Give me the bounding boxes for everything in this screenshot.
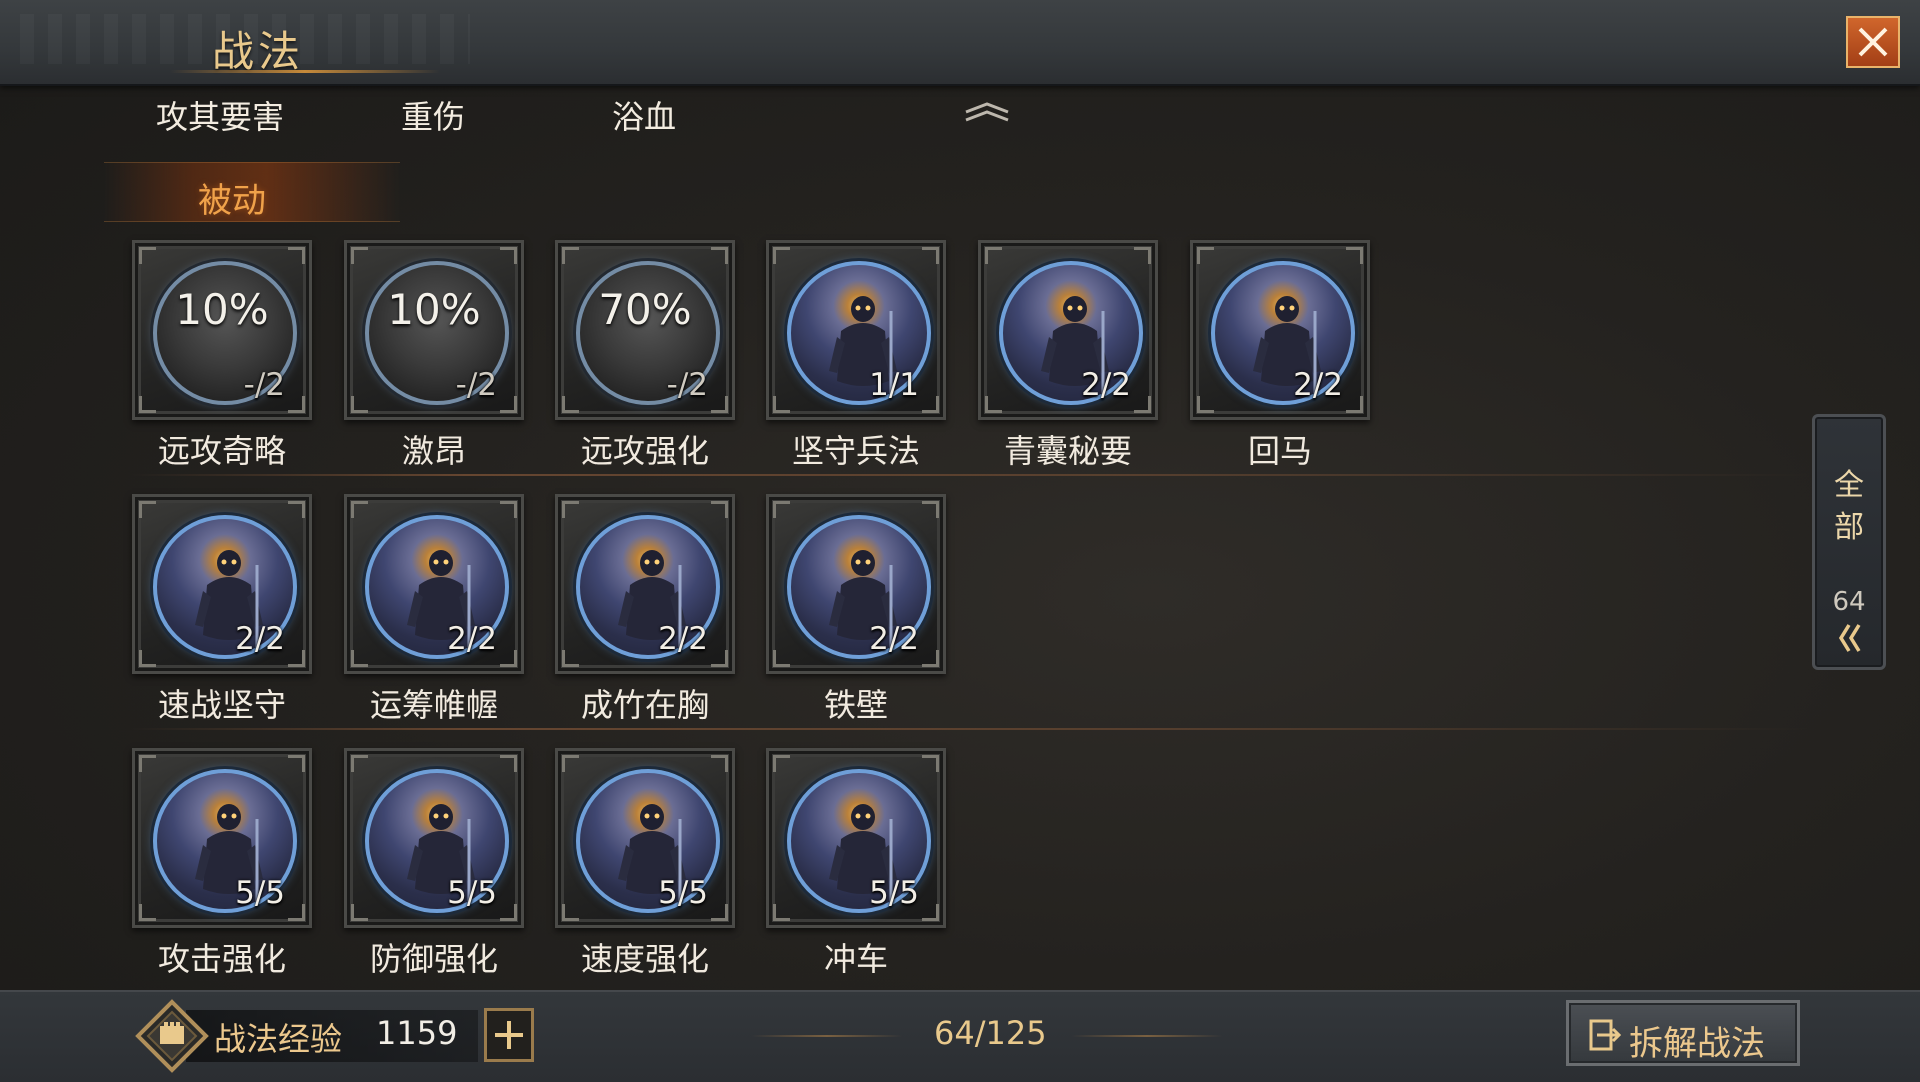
skill-progress: 70% xyxy=(598,285,692,334)
skill-card[interactable]: 10% -/2 激昂 xyxy=(344,240,524,470)
skill-card[interactable]: 1/1 坚守兵法 xyxy=(766,240,946,470)
filter-label-2: 部 xyxy=(1834,510,1864,545)
skill-count: 5/5 xyxy=(869,875,919,911)
filter-label-1: 全 xyxy=(1834,468,1864,503)
skill-card[interactable]: 5/5 速度强化 xyxy=(555,748,735,978)
skill-card[interactable]: 2/2 铁壁 xyxy=(766,494,946,724)
skill-frame: 5/5 xyxy=(344,748,524,928)
skill-count: 2/2 xyxy=(869,621,919,657)
skill-count: 2/2 xyxy=(447,621,497,657)
filter-count: 64 xyxy=(1832,587,1866,617)
filter-all-button[interactable]: 全 部 64 xyxy=(1812,414,1886,670)
skill-card[interactable]: 2/2 速战坚守 xyxy=(132,494,312,724)
tactic-capacity: 64/125 xyxy=(934,1014,1047,1052)
skill-name: 铁壁 xyxy=(823,686,888,724)
skill-name: 青囊秘要 xyxy=(1003,432,1132,470)
skill-card[interactable]: 5/5 攻击强化 xyxy=(132,748,312,978)
skill-count: 5/5 xyxy=(658,875,708,911)
skill-progress: 10% xyxy=(387,285,481,334)
skill-card[interactable]: 10% -/2 远攻奇略 xyxy=(132,240,312,470)
close-button[interactable] xyxy=(1846,16,1900,68)
decompose-icon xyxy=(1589,1019,1622,1051)
tab-zhongshang[interactable]: 重伤 xyxy=(401,92,465,138)
skill-name: 攻击强化 xyxy=(157,940,286,978)
skill-name: 远攻奇略 xyxy=(157,432,286,470)
skill-name: 回马 xyxy=(1247,432,1312,470)
double-chevron-left-icon xyxy=(1838,624,1861,652)
skill-card[interactable]: 70% -/2 远攻强化 xyxy=(555,240,735,470)
tactic-exp-icon xyxy=(135,999,209,1073)
skill-name: 速度强化 xyxy=(580,940,709,978)
skill-count: -/2 xyxy=(243,367,285,403)
plus-icon xyxy=(495,1021,523,1049)
skill-card[interactable]: 2/2 回马 xyxy=(1190,240,1370,470)
capacity-line-left xyxy=(752,1035,902,1037)
skill-name: 成竹在胸 xyxy=(580,686,709,724)
skill-name: 速战坚守 xyxy=(157,686,286,724)
section-title: 被动 xyxy=(198,181,266,221)
skill-name: 激昂 xyxy=(401,432,466,470)
title-underline xyxy=(170,70,440,73)
header-bar: 战法 xyxy=(0,0,1920,86)
section-header-passive: 被动 xyxy=(104,162,400,222)
skill-card[interactable]: 5/5 冲车 xyxy=(766,748,946,978)
row-divider xyxy=(130,474,1810,476)
tab-gongqiyaohai[interactable]: 攻其要害 xyxy=(156,92,284,138)
skill-frame: 1/1 xyxy=(766,240,946,420)
add-exp-button[interactable] xyxy=(484,1008,534,1062)
skill-frame: 2/2 xyxy=(555,494,735,674)
skill-frame: 2/2 xyxy=(1190,240,1370,420)
row-divider xyxy=(130,728,1810,730)
skill-name: 远攻强化 xyxy=(580,432,709,470)
tab-yuxue[interactable]: 浴血 xyxy=(612,92,676,138)
skill-name: 坚守兵法 xyxy=(791,432,920,470)
decompose-label: 拆解战法 xyxy=(1629,1024,1765,1064)
skill-frame: 70% -/2 xyxy=(555,240,735,420)
skill-frame: 5/5 xyxy=(766,748,946,928)
skill-count: 2/2 xyxy=(235,621,285,657)
skill-count: -/2 xyxy=(666,367,708,403)
skill-name: 冲车 xyxy=(823,940,888,978)
skill-name: 运筹帷幄 xyxy=(369,686,498,724)
skill-card[interactable]: 5/5 防御强化 xyxy=(344,748,524,978)
skill-frame: 10% -/2 xyxy=(132,240,312,420)
skill-card[interactable]: 2/2 成竹在胸 xyxy=(555,494,735,724)
skill-count: 2/2 xyxy=(1081,367,1131,403)
skill-frame: 5/5 xyxy=(132,748,312,928)
skill-card[interactable]: 2/2 运筹帷幄 xyxy=(344,494,524,724)
skill-count: 2/2 xyxy=(1293,367,1343,403)
skill-count: 5/5 xyxy=(235,875,285,911)
skill-frame: 2/2 xyxy=(766,494,946,674)
skill-count: 5/5 xyxy=(447,875,497,911)
skill-frame: 5/5 xyxy=(555,748,735,928)
skill-count: 2/2 xyxy=(658,621,708,657)
exp-value: 1159 xyxy=(376,1014,458,1052)
capacity-line-right xyxy=(1072,1035,1222,1037)
skill-frame: 2/2 xyxy=(978,240,1158,420)
skill-count: 1/1 xyxy=(869,367,919,403)
skill-frame: 2/2 xyxy=(344,494,524,674)
close-icon xyxy=(1858,27,1888,57)
decompose-tactic-button[interactable]: 拆解战法 xyxy=(1566,1000,1800,1066)
skill-card[interactable]: 2/2 青囊秘要 xyxy=(978,240,1158,470)
skill-progress: 10% xyxy=(175,285,269,334)
skill-frame: 10% -/2 xyxy=(344,240,524,420)
skill-count: -/2 xyxy=(455,367,497,403)
exp-label: 战法经验 xyxy=(214,1020,343,1058)
skill-name: 防御强化 xyxy=(369,940,498,978)
collapse-chevron-icon[interactable] xyxy=(962,100,1012,124)
skill-frame: 2/2 xyxy=(132,494,312,674)
